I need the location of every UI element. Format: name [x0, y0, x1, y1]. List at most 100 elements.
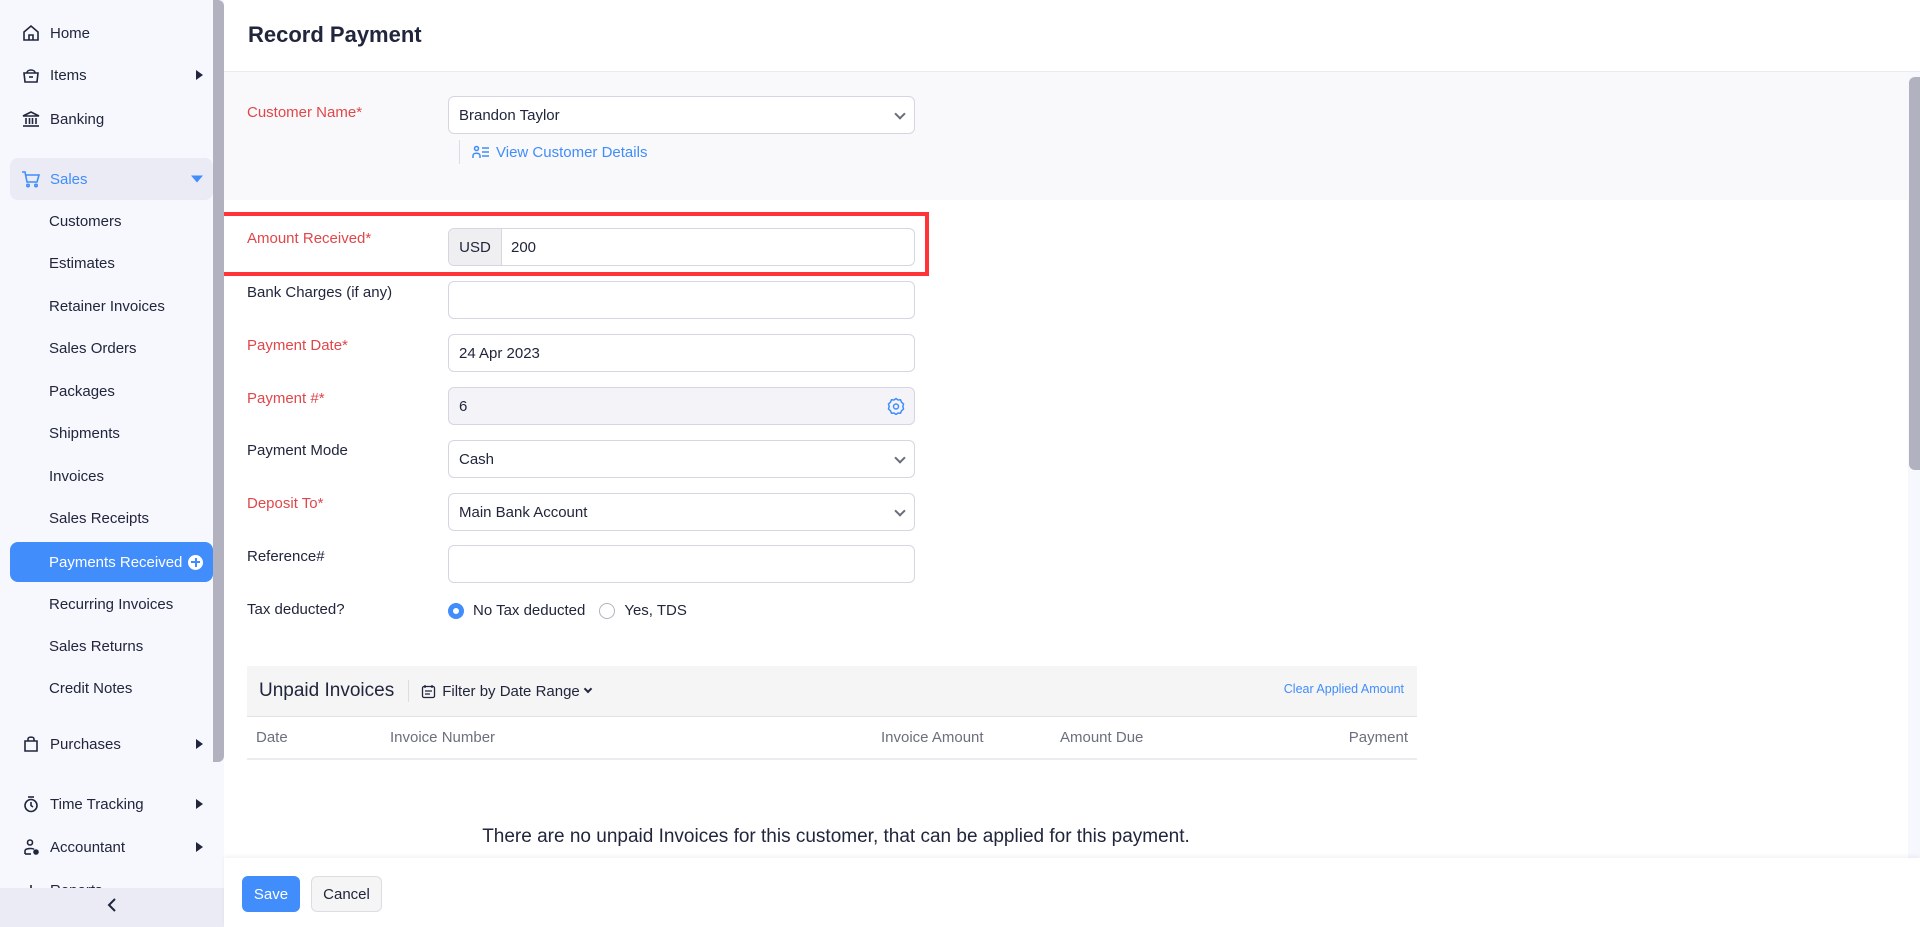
- sidebar-item-sales-receipts[interactable]: Sales Receipts: [10, 498, 213, 538]
- customer-name-value: Brandon Taylor: [459, 106, 560, 124]
- sidebar-scrollbar[interactable]: [213, 0, 224, 762]
- page-title: Record Payment: [248, 22, 422, 47]
- customer-section: Customer Name* Brandon Taylor View Custo…: [224, 72, 1908, 200]
- sidebar-item-items[interactable]: Items: [10, 54, 213, 96]
- column-header-date: Date: [256, 729, 288, 746]
- customer-name-select[interactable]: Brandon Taylor: [448, 96, 915, 134]
- sidebar-item-invoices[interactable]: Invoices: [10, 456, 213, 496]
- bag-icon: [20, 733, 42, 755]
- clear-applied-amount-link[interactable]: Clear Applied Amount: [1284, 682, 1404, 696]
- bank-charges-label: Bank Charges (if any): [247, 284, 393, 301]
- deposit-to-select[interactable]: Main Bank Account: [448, 493, 915, 531]
- calendar-icon: [421, 684, 436, 699]
- sidebar-item-label: Recurring Invoices: [49, 595, 174, 613]
- sidebar-item-label: Time Tracking: [50, 795, 144, 813]
- amount-received-field[interactable]: USD 200: [448, 228, 915, 266]
- amount-received-input[interactable]: 200: [502, 229, 914, 265]
- sidebar-item-banking[interactable]: Banking: [10, 98, 213, 140]
- caret-down-icon: [191, 175, 203, 183]
- payment-date-label: Payment Date*: [247, 337, 348, 354]
- sidebar-item-label: Shipments: [49, 424, 120, 442]
- column-header-amount-due: Amount Due: [1060, 729, 1144, 746]
- sidebar-item-label: Payments Received: [49, 553, 183, 571]
- sidebar-item-label: Invoices: [49, 467, 105, 485]
- sidebar-item-sales[interactable]: Sales: [10, 158, 213, 200]
- sidebar-item-credit-notes[interactable]: Credit Notes: [10, 668, 213, 708]
- sidebar-item-label: Sales Orders: [49, 339, 137, 357]
- column-header-invoice-number: Invoice Number: [390, 729, 496, 746]
- stopwatch-icon: [20, 793, 42, 815]
- payment-number-value: 6: [459, 397, 468, 415]
- cancel-button[interactable]: Cancel: [311, 876, 382, 912]
- amount-received-label: Amount Received*: [247, 230, 372, 247]
- caret-right-icon: [196, 799, 203, 809]
- sidebar-item-estimates[interactable]: Estimates: [10, 243, 213, 283]
- reference-input[interactable]: [448, 545, 915, 583]
- sidebar-item-payments-received[interactable]: Payments Received: [10, 542, 213, 582]
- sidebar-item-accountant[interactable]: Accountant: [10, 826, 213, 868]
- chevron-down-icon: [894, 108, 906, 120]
- sidebar-item-label: Sales Receipts: [49, 509, 150, 527]
- view-customer-details-link[interactable]: View Customer Details: [459, 140, 647, 164]
- bank-icon: [20, 108, 42, 130]
- sidebar-item-sales-returns[interactable]: Sales Returns: [10, 626, 213, 666]
- add-circle-icon[interactable]: [188, 554, 204, 570]
- radio-button-checked[interactable]: [448, 602, 464, 619]
- customer-details-icon: [472, 145, 490, 159]
- collapse-sidebar-button[interactable]: [0, 888, 224, 927]
- radio-no-tax[interactable]: No Tax deducted: [448, 602, 585, 619]
- sidebar-item-purchases[interactable]: Purchases: [10, 723, 213, 765]
- accountant-icon: [20, 836, 42, 858]
- save-button[interactable]: Save: [242, 876, 300, 912]
- payment-date-value: 24 Apr 2023: [459, 344, 540, 362]
- unpaid-invoices-section: Unpaid Invoices Filter by Date Range Cle…: [247, 666, 1417, 847]
- column-header-invoice-amount: Invoice Amount: [881, 729, 984, 746]
- sidebar-item-label: Sales: [50, 170, 88, 188]
- sidebar-item-home[interactable]: Home: [10, 12, 213, 54]
- sidebar-item-retainer-invoices[interactable]: Retainer Invoices: [10, 286, 213, 326]
- sidebar-item-label: Retainer Invoices: [49, 297, 165, 315]
- deposit-to-label: Deposit To*: [247, 495, 324, 512]
- sidebar-item-label: Purchases: [50, 735, 121, 753]
- sidebar-item-packages[interactable]: Packages: [10, 371, 213, 411]
- basket-icon: [20, 64, 42, 86]
- sidebar-nav: Home Items Banking Sales Customers Estim…: [0, 0, 213, 888]
- sidebar-item-time-tracking[interactable]: Time Tracking: [10, 783, 213, 825]
- main-scrollbar[interactable]: [1909, 77, 1920, 470]
- view-customer-details-label: View Customer Details: [496, 143, 648, 161]
- deposit-to-value: Main Bank Account: [459, 503, 588, 521]
- radio-yes-tds[interactable]: Yes, TDS: [599, 602, 687, 619]
- sidebar-item-customers[interactable]: Customers: [10, 201, 213, 241]
- sidebar-item-shipments[interactable]: Shipments: [10, 413, 213, 453]
- radio-label: No Tax deducted: [473, 602, 586, 619]
- radio-button-unchecked[interactable]: [599, 602, 616, 619]
- payment-date-input[interactable]: 24 Apr 2023: [448, 334, 915, 372]
- currency-code: USD: [449, 229, 502, 265]
- filter-by-date-range-dropdown[interactable]: Filter by Date Range: [421, 683, 593, 700]
- unpaid-invoices-header: Unpaid Invoices Filter by Date Range Cle…: [247, 666, 1417, 717]
- payment-number-input[interactable]: 6: [448, 387, 915, 425]
- caret-right-icon: [196, 842, 203, 852]
- sidebar-item-label: Accountant: [50, 838, 126, 856]
- payment-mode-value: Cash: [459, 450, 495, 468]
- tax-deducted-radio-group: No Tax deducted Yes, TDS: [448, 602, 701, 619]
- sidebar-item-label: Banking: [50, 110, 105, 128]
- gear-icon[interactable]: [887, 397, 905, 419]
- sidebar-item-label: Sales Returns: [49, 637, 144, 655]
- bank-charges-input[interactable]: [448, 281, 915, 319]
- sidebar-item-sales-orders[interactable]: Sales Orders: [10, 328, 213, 368]
- payment-mode-select[interactable]: Cash: [448, 440, 915, 478]
- sidebar-item-recurring-invoices[interactable]: Recurring Invoices: [10, 584, 213, 624]
- tax-deducted-label: Tax deducted?: [247, 601, 345, 618]
- column-header-payment: Payment: [1348, 729, 1408, 746]
- sidebar-item-label: Home: [50, 24, 91, 42]
- chevron-down-icon: [583, 684, 593, 694]
- invoices-table-header: Date Invoice Number Invoice Amount Amoun…: [247, 717, 1417, 760]
- sidebar-item-reports[interactable]: Reports: [10, 869, 213, 888]
- empty-invoices-message: There are no unpaid Invoices for this cu…: [482, 826, 1190, 847]
- payment-mode-label: Payment Mode: [247, 442, 348, 459]
- page-header: Record Payment: [224, 0, 1920, 72]
- form-footer: Save Cancel: [224, 858, 1920, 927]
- chevron-left-icon: [106, 897, 118, 918]
- cart-icon: [20, 168, 42, 190]
